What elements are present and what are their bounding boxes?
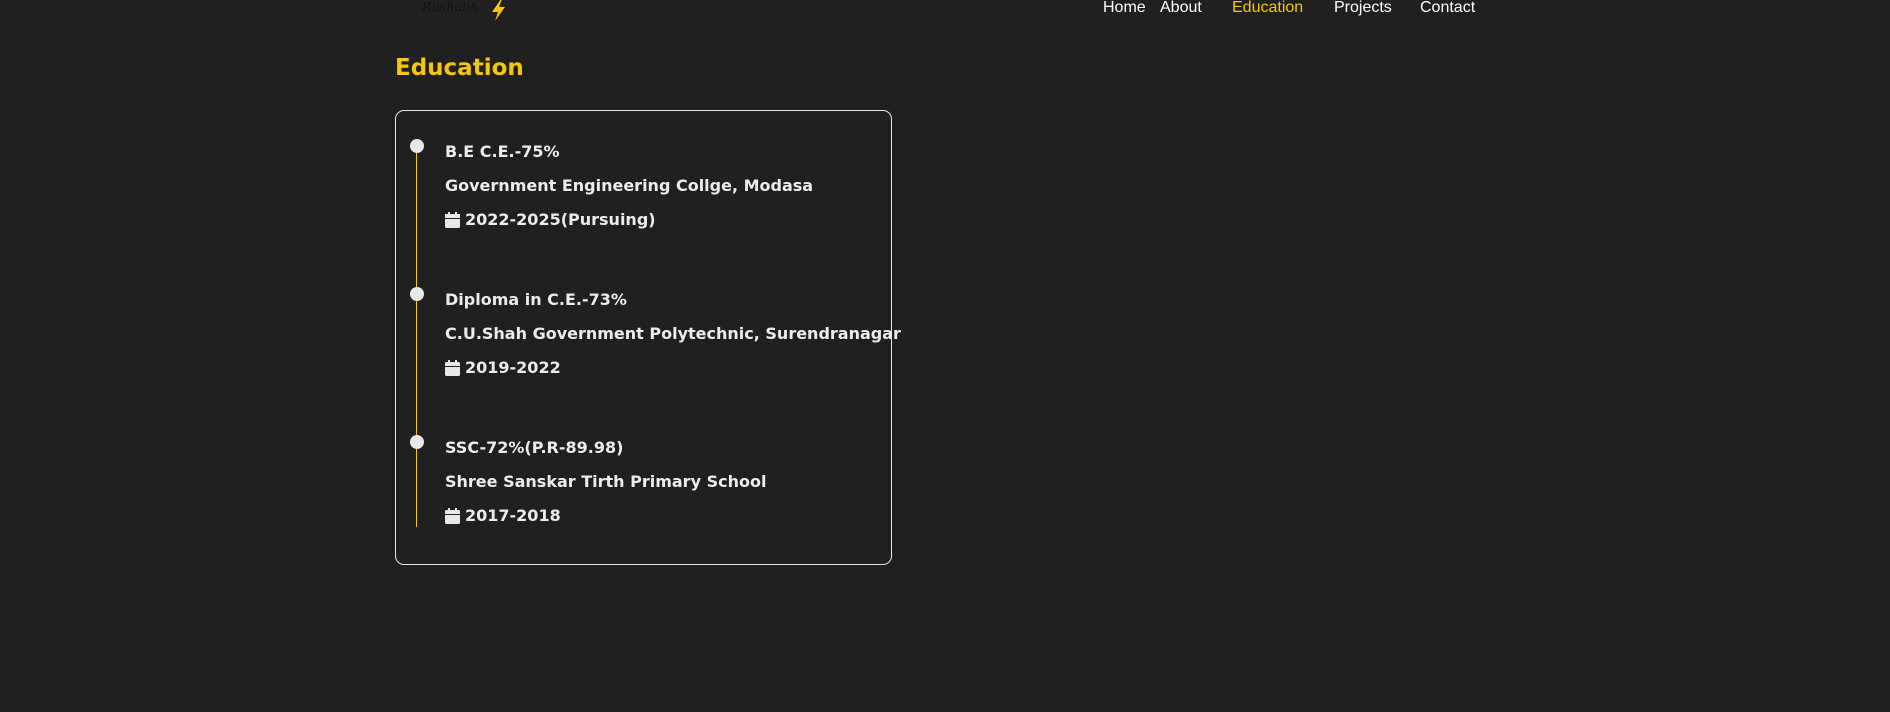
timeline-line [416,147,417,527]
timeline-dot [410,139,424,153]
nav-education-link[interactable]: Education [1232,0,1303,16]
nav-contact-link[interactable]: Contact [1420,0,1475,16]
timeline-dot [410,287,424,301]
nav-home-link[interactable]: Home [1103,0,1146,16]
main-nav: Home About Education Projects Contact [0,0,1890,18]
education-years-row: 2017-2018 [445,506,561,525]
education-degree: SSC-72%(P.R-89.98) [445,438,624,457]
section-title: Education [395,55,524,81]
timeline-dot [410,435,424,449]
calendar-icon [445,211,460,228]
education-years: 2017-2018 [465,506,561,525]
education-years: 2022-2025(Pursuing) [465,210,656,229]
nav-about-link[interactable]: About [1160,0,1202,16]
education-timeline-card: B.E C.E.-75% Government Engineering Coll… [395,110,901,565]
education-years-row: 2022-2025(Pursuing) [445,210,656,229]
education-years-row: 2019-2022 [445,358,561,377]
education-institution: Government Engineering Collge, Modasa [445,176,814,195]
calendar-icon [445,359,460,376]
education-degree: B.E C.E.-75% [445,142,560,161]
page: Rushabh Home About Education Projects Co… [0,0,1890,712]
education-institution: Shree Sanskar Tirth Primary School [445,472,767,491]
education-degree: Diploma in C.E.-73% [445,290,627,309]
education-institution: C.U.Shah Government Polytechnic, Surendr… [445,324,901,343]
calendar-icon [445,507,460,524]
education-years: 2019-2022 [465,358,561,377]
nav-projects-link[interactable]: Projects [1334,0,1392,16]
